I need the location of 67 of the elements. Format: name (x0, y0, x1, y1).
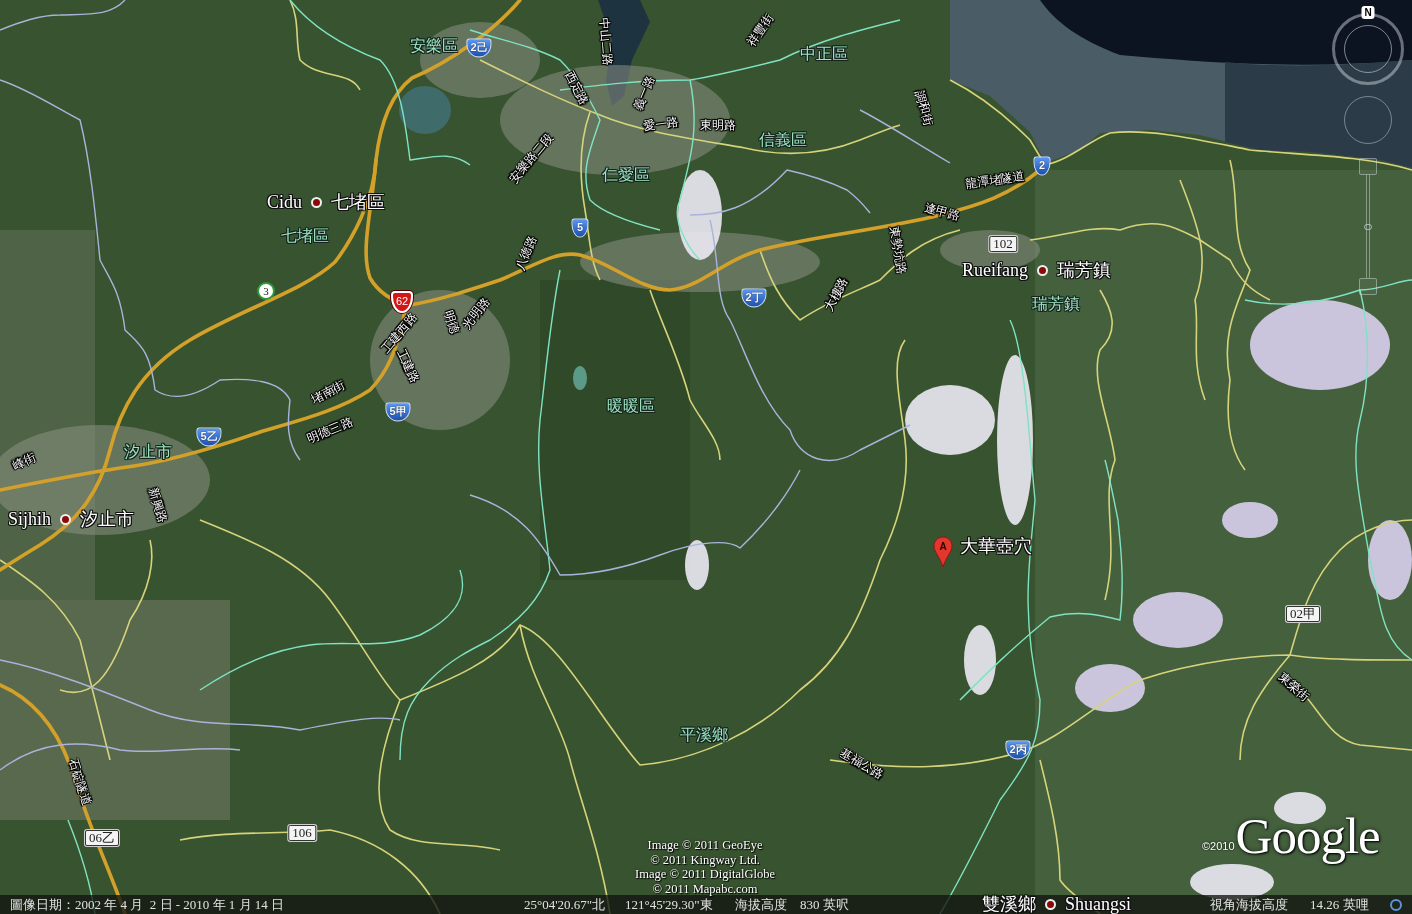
district-label: 七堵區 (281, 227, 329, 245)
road-label: 基福公路 (837, 745, 887, 783)
location-dot-icon (1037, 264, 1048, 276)
road-label: 堵南街 (308, 377, 348, 407)
road-label: 新興路 (145, 485, 171, 525)
road-label: 西定路 (562, 68, 592, 108)
place-label: Sijhih (8, 510, 51, 528)
road-label: 祥豐街 (743, 11, 777, 49)
elevation-label: 海拔高度 (735, 896, 787, 913)
road-label: 調和街 (912, 88, 936, 128)
zoom-slider-thumb[interactable] (1364, 223, 1372, 230)
google-logo: Google (1235, 810, 1380, 862)
imagery-credit: Image © 2011 DigitalGlobe (635, 867, 775, 882)
place-label: Shuangsi (1065, 895, 1131, 913)
district-label: 信義區 (759, 131, 807, 149)
district-label: 仁愛區 (602, 166, 650, 184)
imagery-credit: © 2011 Kingway Ltd. (649, 852, 761, 867)
road-label: 八德路 (512, 233, 540, 273)
streaming-indicator-icon (1390, 898, 1402, 911)
place-label: 雙溪鄉 (982, 895, 1036, 913)
road-label: 東榮街 (1275, 670, 1313, 704)
district-label: 汐止市 (124, 443, 172, 461)
place-label: Cidu (267, 193, 302, 211)
imagery-credit: Image © 2011 GeoEye (646, 838, 764, 853)
eye-altitude-reading: 14.26 英哩 (1310, 896, 1369, 913)
road-label: 明德三路 (305, 414, 355, 446)
district-label: 暖暖區 (607, 397, 655, 415)
road-label: 逢甲路 (922, 200, 962, 224)
longitude-reading: 121°45'29.30"東 (625, 896, 713, 913)
district-label: 中正區 (800, 45, 848, 63)
place-label: 汐止市 (80, 510, 134, 528)
zoom-out-button[interactable] (1359, 278, 1377, 295)
place-label: 瑞芳鎮 (1057, 261, 1111, 279)
road-label: 中山二路 (596, 17, 616, 67)
road-label: 安樂路二段 (506, 130, 556, 186)
district-label: 安樂區 (410, 37, 458, 55)
route-shield: 62 (391, 291, 413, 313)
district-label: 瑞芳鎮 (1032, 295, 1080, 313)
placemark-pin[interactable]: A (933, 536, 953, 568)
route-number-sign: 06乙 (85, 830, 119, 846)
north-button[interactable]: N (1361, 6, 1375, 19)
district-label: 平溪鄉 (680, 726, 728, 744)
imagery-credit: © 2011 Mapabc.com (651, 881, 759, 896)
road-label: 大樓路 (821, 274, 851, 314)
zoom-in-button[interactable] (1359, 158, 1377, 175)
zoom-slider[interactable] (1366, 175, 1370, 278)
road-label: 工建路 (393, 346, 423, 386)
road-label: 義一路 (630, 73, 658, 113)
location-dot-icon (311, 196, 322, 208)
placemark-label: 大華壺穴 (960, 536, 1032, 556)
location-dot-icon (1045, 898, 1056, 910)
eye-altitude-label: 視角海拔高度 (1210, 896, 1288, 913)
road-label: 石碇隧道 (65, 757, 95, 807)
place-label: Rueifang (962, 261, 1028, 279)
road-label: 龍潭堵隧道 (964, 168, 1026, 192)
latitude-reading: 25°04'20.67"北 (524, 896, 606, 913)
road-label: 峰街 (10, 449, 38, 473)
route-number-sign: 02甲 (1286, 606, 1320, 622)
elevation-reading: 830 英呎 (800, 896, 849, 913)
route-number-sign: 106 (288, 825, 316, 841)
road-label: 愛一路 (642, 114, 680, 134)
copyright-notice: ©2010 (1202, 840, 1235, 853)
location-dot-icon (60, 513, 71, 525)
road-label: 東勢坑路 (886, 225, 910, 275)
imagery-date: 圖像日期：2002 年 4 月 2 日 - 2010 年 1 月 14 日 (10, 896, 285, 913)
route-number-sign: 102 (989, 236, 1017, 252)
road-label: 東明路 (700, 118, 736, 132)
